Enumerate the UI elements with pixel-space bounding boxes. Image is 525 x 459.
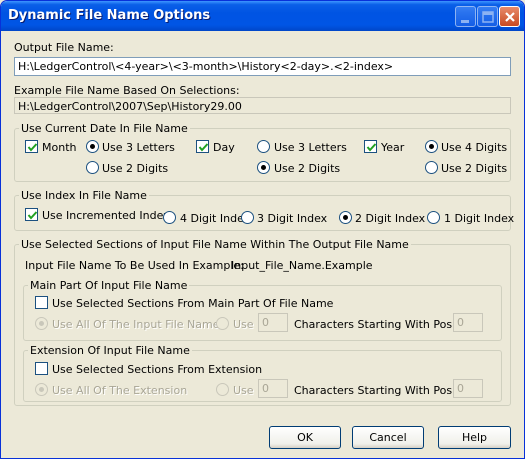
maximize-icon xyxy=(482,11,494,23)
checkmark-icon xyxy=(198,143,209,152)
extension-chars-label: Characters Starting With Position xyxy=(294,384,477,397)
year-label: Year xyxy=(381,141,405,154)
day-3-letters-radio[interactable] xyxy=(257,140,270,153)
extension-use-count-input[interactable]: 0 xyxy=(258,379,288,398)
main-use-all-radio[interactable] xyxy=(35,317,48,330)
extension-position-input[interactable]: 0 xyxy=(453,379,483,398)
main-use-label: Use xyxy=(233,318,254,331)
checkmark-icon xyxy=(27,143,38,152)
radio-dot-icon xyxy=(429,144,434,149)
use-incremented-index-checkbox[interactable] xyxy=(25,208,38,221)
output-file-name-input[interactable]: H:\LedgerControl\<4-year>\<3-month>\Hist… xyxy=(14,57,511,76)
main-part-group-title: Main Part Of Input File Name xyxy=(28,279,190,292)
year-4-digits-radio[interactable] xyxy=(425,140,438,153)
index-4-digit-label: 4 Digit Index xyxy=(180,212,251,225)
example-file-name-label: Example File Name Based On Selections: xyxy=(14,84,240,97)
month-checkbox[interactable] xyxy=(25,140,38,153)
close-icon xyxy=(505,12,515,22)
main-use-count-input[interactable]: 0 xyxy=(258,313,288,332)
checkmark-icon xyxy=(366,143,377,152)
radio-dot-icon xyxy=(261,165,266,170)
year-2-digits-radio[interactable] xyxy=(425,161,438,174)
maximize-button[interactable] xyxy=(477,6,498,27)
output-file-name-label: Output File Name: xyxy=(14,41,114,54)
index-3-digit-label: 3 Digit Index xyxy=(257,212,328,225)
extension-use-radio[interactable] xyxy=(216,383,229,396)
radio-dot-icon xyxy=(39,387,44,392)
cancel-button[interactable]: Cancel xyxy=(352,426,424,449)
title-bar[interactable]: Dynamic File Name Options xyxy=(1,1,524,31)
day-3-letters-label: Use 3 Letters xyxy=(274,141,347,154)
day-2-digits-label: Use 2 Digits xyxy=(274,162,341,175)
index-2-digit-label: 2 Digit Index xyxy=(355,212,426,225)
day-2-digits-radio[interactable] xyxy=(257,161,270,174)
day-checkbox[interactable] xyxy=(196,140,209,153)
extension-use-all-radio[interactable] xyxy=(35,383,48,396)
month-2-digits-label: Use 2 Digits xyxy=(102,162,169,175)
index-1-digit-radio[interactable] xyxy=(427,211,440,224)
date-group-title: Use Current Date In File Name xyxy=(19,122,190,135)
year-checkbox[interactable] xyxy=(364,140,377,153)
month-3-letters-radio[interactable] xyxy=(86,140,99,153)
use-incremented-index-label: Use Incremented Index xyxy=(42,209,170,222)
extension-use-all-label: Use All Of The Extension xyxy=(52,384,188,397)
radio-dot-icon xyxy=(90,144,95,149)
main-use-all-label: Use All Of The Input File Name xyxy=(52,318,220,331)
index-2-digit-radio[interactable] xyxy=(339,211,352,224)
year-2-digits-label: Use 2 Digits xyxy=(441,162,508,175)
minimize-icon xyxy=(461,20,469,23)
main-chars-label: Characters Starting With Position xyxy=(294,318,477,331)
example-input-value: Input_File_Name.Example xyxy=(231,259,373,272)
use-main-part-sections-label: Use Selected Sections From Main Part Of … xyxy=(52,297,334,310)
example-file-name-value: H:\LedgerControl\2007\Sep\History29.00 xyxy=(14,97,511,114)
index-group-title: Use Index In File Name xyxy=(19,189,149,202)
index-3-digit-radio[interactable] xyxy=(241,211,254,224)
year-4-digits-label: Use 4 Digits xyxy=(441,141,508,154)
window-title: Dynamic File Name Options xyxy=(8,8,211,23)
minimize-button[interactable] xyxy=(455,6,476,27)
month-3-letters-label: Use 3 Letters xyxy=(102,141,175,154)
index-1-digit-label: 1 Digit Index xyxy=(444,212,515,225)
extension-group-title: Extension Of Input File Name xyxy=(28,344,192,357)
example-input-label: Input File Name To Be Used In Example: xyxy=(25,259,244,272)
sections-group-title: Use Selected Sections of Input File Name… xyxy=(19,238,411,251)
dialog-window: Dynamic File Name Options Output File Na… xyxy=(0,0,525,459)
month-2-digits-radio[interactable] xyxy=(86,161,99,174)
day-label: Day xyxy=(213,141,235,154)
ok-button[interactable]: OK xyxy=(269,426,341,449)
use-main-part-sections-checkbox[interactable] xyxy=(35,296,48,309)
use-extension-sections-label: Use Selected Sections From Extension xyxy=(52,363,263,376)
checkmark-icon xyxy=(27,211,38,220)
month-label: Month xyxy=(42,141,77,154)
main-use-radio[interactable] xyxy=(216,317,229,330)
radio-dot-icon xyxy=(343,215,348,220)
close-button[interactable] xyxy=(499,6,520,27)
help-button[interactable]: Help xyxy=(438,426,511,449)
use-extension-sections-checkbox[interactable] xyxy=(35,362,48,375)
main-position-input[interactable]: 0 xyxy=(453,313,483,332)
radio-dot-icon xyxy=(39,321,44,326)
extension-use-label: Use xyxy=(233,384,254,397)
index-4-digit-radio[interactable] xyxy=(163,211,176,224)
